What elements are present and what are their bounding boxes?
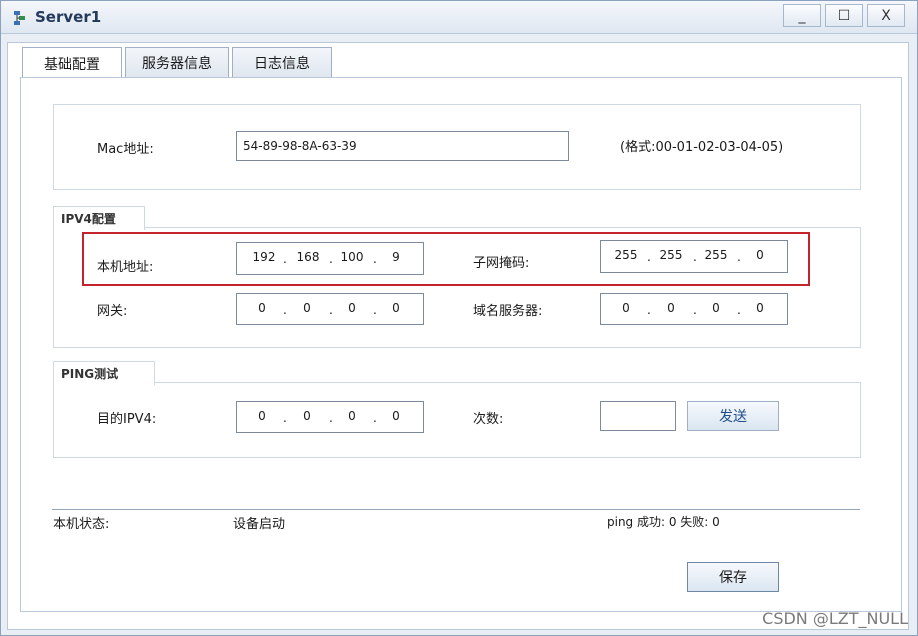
octet-separator: . bbox=[373, 411, 377, 425]
tab-label: 服务器信息 bbox=[142, 56, 212, 72]
octet-separator: . bbox=[283, 303, 287, 317]
octet-separator: . bbox=[373, 252, 377, 266]
octet-separator: . bbox=[329, 303, 333, 317]
address-label: 本机地址: bbox=[97, 260, 154, 275]
octet-separator: . bbox=[283, 252, 287, 266]
ip-octet[interactable]: 255 bbox=[701, 248, 731, 262]
save-button-label: 保存 bbox=[719, 570, 747, 586]
ip-octet[interactable]: 0 bbox=[292, 301, 322, 315]
octet-separator: . bbox=[737, 250, 741, 264]
save-button[interactable]: 保存 bbox=[687, 562, 779, 592]
octet-separator: . bbox=[693, 303, 697, 317]
ip-octet[interactable]: 0 bbox=[611, 301, 641, 315]
dest-ipv4-label: 目的IPV4: bbox=[97, 412, 157, 427]
dns-server-input[interactable]: 0 . 0 . 0 . 0 bbox=[600, 293, 788, 325]
status-value: 设备启动 bbox=[233, 517, 286, 532]
octet-separator: . bbox=[373, 303, 377, 317]
tab-server-info[interactable]: 服务器信息 bbox=[125, 47, 229, 78]
send-button[interactable]: 发送 bbox=[687, 401, 779, 431]
octet-separator: . bbox=[329, 252, 333, 266]
maximize-icon: ☐ bbox=[837, 7, 851, 24]
close-button[interactable]: X bbox=[867, 4, 905, 27]
octet-separator: . bbox=[283, 411, 287, 425]
ip-octet[interactable]: 0 bbox=[656, 301, 686, 315]
ip-octet[interactable]: 0 bbox=[381, 301, 411, 315]
dns-label: 域名服务器: bbox=[473, 304, 543, 319]
title-bar[interactable]: Server1 _ ☐ X bbox=[1, 1, 917, 34]
mask-label: 子网掩码: bbox=[473, 256, 530, 271]
ip-octet[interactable]: 255 bbox=[656, 248, 686, 262]
subnet-mask-input[interactable]: 255 . 255 . 255 . 0 bbox=[600, 240, 788, 273]
ip-octet[interactable]: 0 bbox=[745, 248, 775, 262]
tab-basic-config[interactable]: 基础配置 bbox=[22, 47, 122, 79]
ip-octet[interactable]: 9 bbox=[381, 250, 411, 264]
ping-count-input[interactable] bbox=[600, 401, 676, 431]
count-label: 次数: bbox=[473, 412, 504, 427]
send-button-label: 发送 bbox=[719, 409, 747, 425]
ip-octet[interactable]: 0 bbox=[247, 301, 277, 315]
mac-label: Mac地址: bbox=[97, 142, 154, 157]
status-divider bbox=[52, 509, 860, 510]
ipv4-group-label: IPV4配置 bbox=[61, 212, 116, 226]
ip-octet[interactable]: 192 bbox=[249, 250, 279, 264]
ping-group-label: PING测试 bbox=[61, 367, 119, 381]
status-label: 本机状态: bbox=[53, 517, 110, 532]
octet-separator: . bbox=[647, 303, 651, 317]
ip-octet[interactable]: 0 bbox=[247, 409, 277, 423]
octet-separator: . bbox=[737, 303, 741, 317]
mac-address-input[interactable]: 54-89-98-8A-63-39 bbox=[236, 131, 569, 161]
ip-octet[interactable]: 100 bbox=[337, 250, 367, 264]
octet-separator: . bbox=[693, 250, 697, 264]
ip-octet[interactable]: 0 bbox=[337, 409, 367, 423]
ip-octet[interactable]: 0 bbox=[381, 409, 411, 423]
ping-group-tab: PING测试 bbox=[53, 361, 155, 385]
ip-octet[interactable]: 0 bbox=[337, 301, 367, 315]
gateway-label: 网关: bbox=[97, 304, 128, 319]
dest-ipv4-input[interactable]: 0 . 0 . 0 . 0 bbox=[236, 401, 424, 433]
tab-log-info[interactable]: 日志信息 bbox=[232, 47, 332, 78]
mac-address-value: 54-89-98-8A-63-39 bbox=[243, 139, 357, 153]
mac-format-hint: (格式:00-01-02-03-04-05) bbox=[620, 140, 784, 155]
octet-separator: . bbox=[647, 250, 651, 264]
ip-octet[interactable]: 0 bbox=[745, 301, 775, 315]
ip-octet[interactable]: 168 bbox=[293, 250, 323, 264]
server-app-icon bbox=[14, 11, 25, 25]
minimize-button[interactable]: _ bbox=[783, 4, 821, 27]
ip-octet[interactable]: 0 bbox=[701, 301, 731, 315]
tab-label: 基础配置 bbox=[44, 56, 100, 73]
watermark: CSDN @LZT_NULL bbox=[762, 609, 908, 628]
octet-separator: . bbox=[329, 411, 333, 425]
minimize-icon: _ bbox=[798, 7, 806, 24]
gateway-input[interactable]: 0 . 0 . 0 . 0 bbox=[236, 293, 424, 325]
window-title: Server1 bbox=[35, 8, 102, 26]
tab-label: 日志信息 bbox=[254, 56, 310, 72]
ipv4-group-tab: IPV4配置 bbox=[53, 206, 145, 230]
ip-octet[interactable]: 0 bbox=[292, 409, 322, 423]
ip-address-input[interactable]: 192 . 168 . 100 . 9 bbox=[236, 242, 424, 275]
maximize-button[interactable]: ☐ bbox=[825, 4, 863, 27]
close-icon: X bbox=[881, 7, 891, 24]
ping-result: ping 成功: 0 失败: 0 bbox=[607, 515, 720, 529]
ip-octet[interactable]: 255 bbox=[611, 248, 641, 262]
